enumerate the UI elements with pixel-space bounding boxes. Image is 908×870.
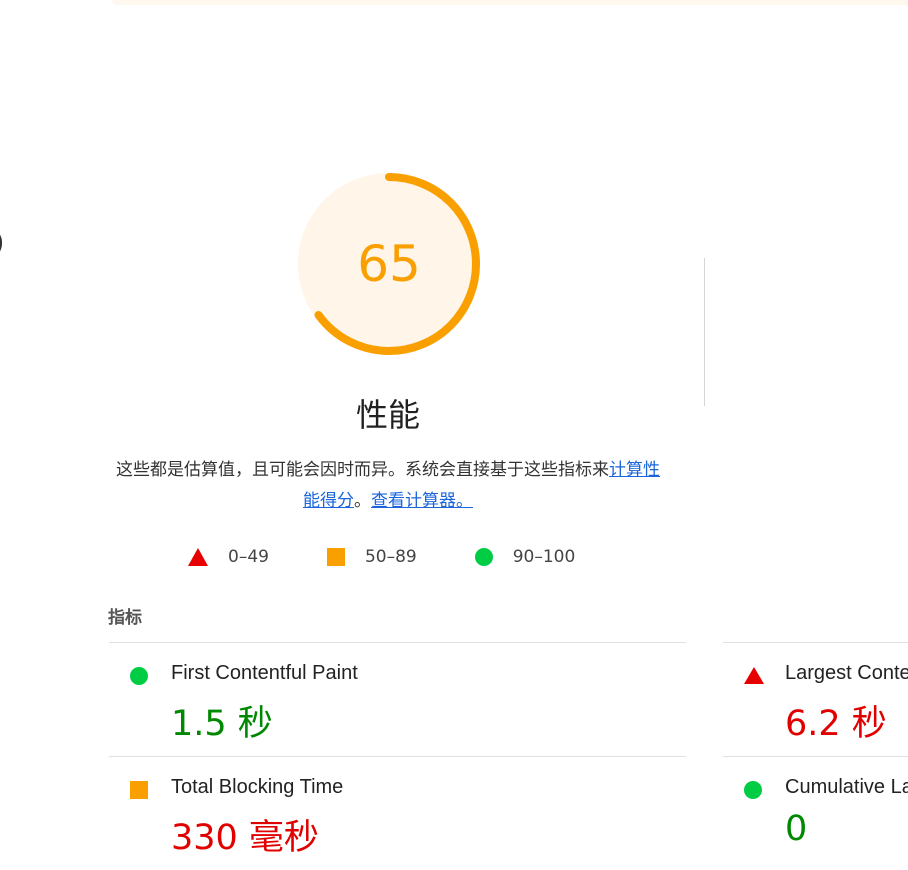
- performance-gauge[interactable]: 65: [296, 171, 482, 357]
- legend-item-pass: 90–100: [474, 547, 576, 567]
- red-triangle-icon: [744, 667, 764, 684]
- orange-square-icon: [326, 548, 345, 566]
- metric-tbt[interactable]: Total Blocking Time 330 毫秒: [109, 756, 686, 870]
- score-legend: 0–49 50–89 90–100: [188, 544, 633, 570]
- orange-square-icon: [130, 781, 148, 799]
- metric-name: First Contentful Paint: [171, 662, 358, 684]
- metric-value: 1.5 秒: [171, 704, 273, 744]
- separator: 。: [354, 491, 371, 511]
- performance-description: 这些都是估算值，且可能会因时而异。系统会直接基于这些指标来计算性能得分。查看计算…: [108, 455, 668, 517]
- metric-name: Cumulative Layout Shift: [785, 776, 908, 798]
- legend-item-fail: 0–49: [188, 547, 269, 567]
- metric-value: 0: [785, 809, 808, 849]
- metric-lcp[interactable]: Largest Contentful Paint 6.2 秒: [723, 642, 908, 756]
- view-calculator-link[interactable]: 查看计算器。: [371, 491, 473, 511]
- previous-section-edge: [112, 0, 908, 5]
- legend-label: 90–100: [512, 547, 576, 567]
- metrics-column-right: Largest Contentful Paint 6.2 秒 Cumulativ…: [723, 642, 908, 870]
- metric-value: 6.2 秒: [785, 704, 887, 744]
- legend-label: 0–49: [228, 547, 269, 567]
- metric-value: 330 毫秒: [171, 818, 319, 858]
- gauge-score: 65: [357, 235, 421, 293]
- green-circle-icon: [130, 667, 148, 685]
- adjacent-gauge-fragment: [0, 228, 2, 258]
- metric-name: Largest Contentful Paint: [785, 662, 908, 684]
- metrics-heading: 指标: [108, 608, 142, 628]
- metrics-column-left: First Contentful Paint 1.5 秒 Total Block…: [109, 642, 686, 870]
- legend-item-average: 50–89: [326, 547, 417, 567]
- metric-name: Total Blocking Time: [171, 776, 344, 798]
- legend-label: 50–89: [364, 547, 417, 567]
- category-title: 性能: [355, 396, 420, 434]
- green-circle-icon: [474, 548, 493, 566]
- metric-cls[interactable]: Cumulative Layout Shift 0: [723, 756, 908, 870]
- green-circle-icon: [744, 781, 762, 799]
- red-triangle-icon: [188, 548, 208, 566]
- metric-fcp[interactable]: First Contentful Paint 1.5 秒: [109, 642, 686, 756]
- description-text: 这些都是估算值，且可能会因时而异。系统会直接基于这些指标来: [116, 460, 609, 480]
- category-divider: [704, 258, 705, 406]
